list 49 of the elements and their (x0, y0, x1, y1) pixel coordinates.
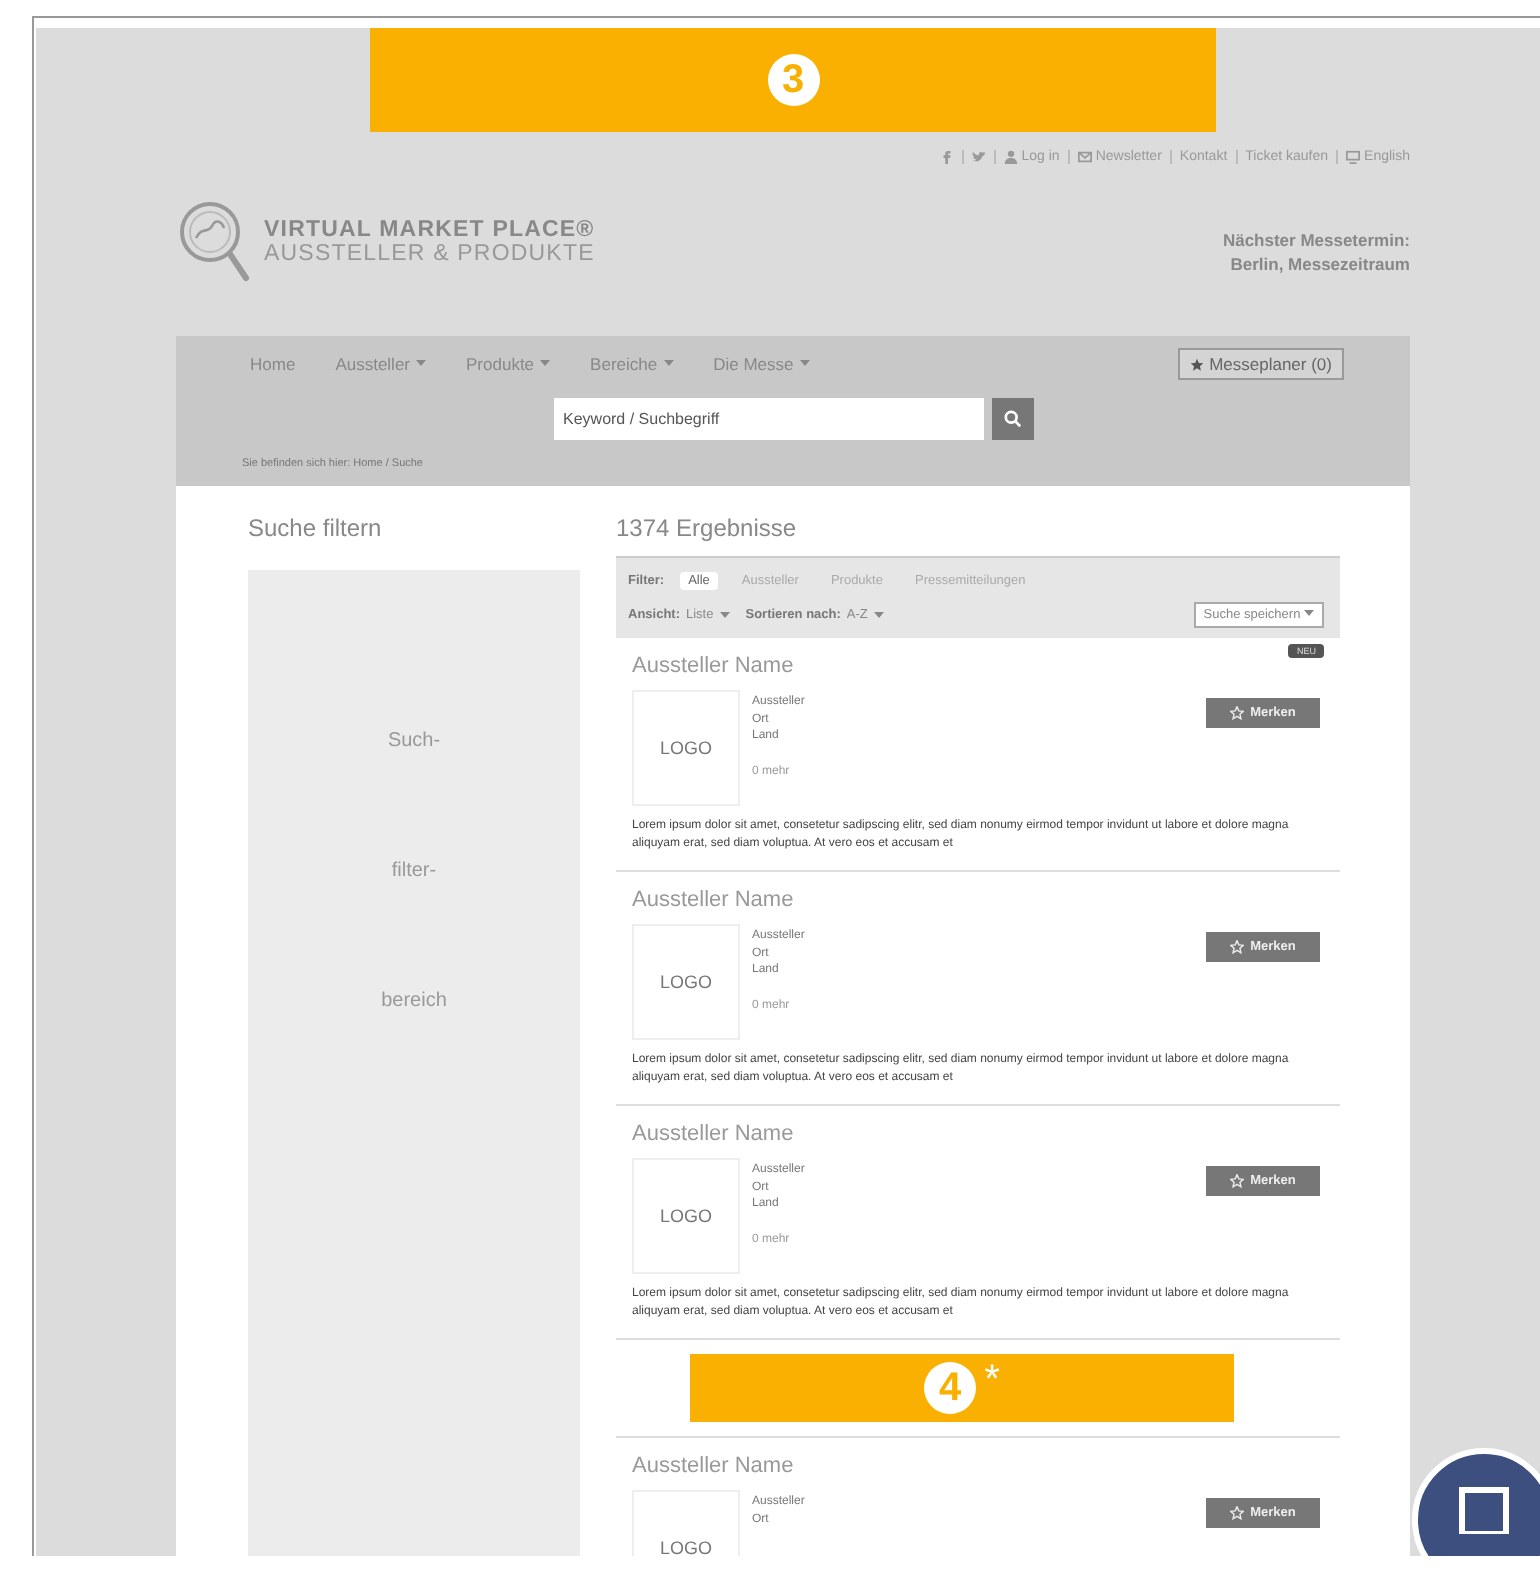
next-fair-label: Nächster Messetermin: (1222, 228, 1410, 252)
logo-text: LOGO (659, 738, 712, 758)
exhibitor-name[interactable]: Aussteller Name (632, 888, 1320, 912)
results-count: 1374 Ergebnisse (616, 514, 799, 546)
placeholder-text: filter- (391, 860, 437, 882)
placeholder-text: bereich (381, 990, 447, 1012)
exhibitor-name[interactable]: Aussteller Name (632, 654, 1320, 678)
number-marker: 4 (924, 1362, 977, 1414)
nav-item[interactable]: Produkte (466, 354, 551, 374)
logo-title: VIRTUAL MARKET PLACE® (264, 218, 595, 242)
search-field[interactable]: Keyword / Suchbegriff (553, 398, 983, 440)
planner-button[interactable]: Messeplaner (0) (1177, 348, 1344, 380)
caret-icon (416, 360, 427, 368)
star-icon (1189, 357, 1204, 371)
logo-subtitle: AUSSTELLER & PRODUKTE (264, 242, 595, 266)
bird-icon (971, 149, 986, 163)
sidebar-title: Suche filtern (248, 514, 384, 546)
logo-text: LOGO (659, 1538, 712, 1556)
star-icon (1230, 1174, 1245, 1188)
nav-item[interactable]: Aussteller (335, 354, 427, 374)
exhibitor-name[interactable]: Aussteller Name (632, 1122, 1320, 1146)
logo-text: LOGO (659, 972, 712, 992)
caret-icon (873, 611, 884, 619)
logo-text: LOGO (659, 1206, 712, 1226)
caret-icon (799, 360, 810, 368)
social-link[interactable] (939, 149, 954, 163)
social-link[interactable] (961, 149, 986, 163)
search-icon (1003, 410, 1021, 428)
nav-item[interactable]: Die Messe (713, 354, 810, 374)
nav-item[interactable]: Bereiche (590, 354, 674, 374)
caret-icon (1304, 610, 1314, 618)
person-icon (1003, 149, 1018, 163)
search-button[interactable] (991, 398, 1033, 440)
caret-icon (719, 611, 730, 619)
monitor-icon (1346, 149, 1361, 163)
placeholder-text: Such- (387, 730, 441, 752)
envelope-icon (1077, 149, 1092, 163)
facebook-icon (939, 149, 954, 163)
asterisk: * (984, 1358, 1000, 1404)
star-icon (1230, 706, 1245, 720)
caret-icon (663, 360, 674, 368)
exhibitor-name[interactable]: Aussteller Name (632, 1454, 1320, 1478)
number-marker: 3 (767, 54, 819, 106)
next-fair-value: Berlin, Messezeitraum (1228, 252, 1410, 276)
caret-icon (540, 360, 551, 368)
nav-item[interactable]: Home (250, 354, 296, 374)
magnifier-logo-icon (176, 198, 252, 286)
star-icon (1230, 940, 1245, 954)
star-icon (1230, 1506, 1245, 1520)
